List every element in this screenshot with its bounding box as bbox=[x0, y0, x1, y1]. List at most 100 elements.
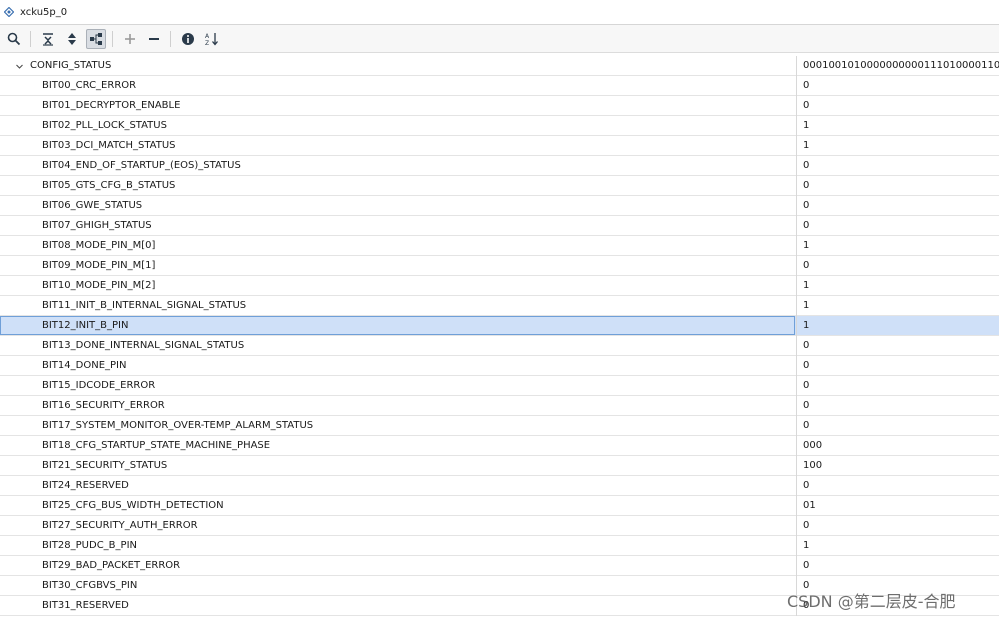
expand-all-button[interactable] bbox=[62, 29, 82, 49]
tree-row-name: BIT16_SECURITY_ERROR bbox=[42, 400, 165, 411]
search-icon bbox=[7, 32, 21, 45]
tree-row-value: 1 bbox=[803, 540, 810, 551]
column-divider bbox=[796, 136, 797, 156]
tree-row[interactable]: BIT06_GWE_STATUS 0 bbox=[0, 196, 999, 216]
column-divider bbox=[796, 176, 797, 196]
tree-row[interactable]: BIT12_INIT_B_PIN 1 bbox=[0, 316, 999, 336]
tree-row-value: 0 bbox=[803, 560, 810, 571]
sort-button[interactable]: A Z bbox=[202, 29, 222, 49]
tree-row-value: 0 bbox=[803, 340, 810, 351]
tree-row-name: BIT29_BAD_PACKET_ERROR bbox=[42, 560, 181, 571]
tree-row-name: BIT05_GTS_CFG_B_STATUS bbox=[42, 180, 176, 191]
tree-row-name: BIT07_GHIGH_STATUS bbox=[42, 220, 152, 231]
toolbar-separator bbox=[112, 30, 113, 47]
column-divider bbox=[796, 416, 797, 436]
tree-row[interactable]: BIT07_GHIGH_STATUS 0 bbox=[0, 216, 999, 236]
column-divider bbox=[796, 196, 797, 216]
tree-row-value: 0 bbox=[803, 160, 810, 171]
tree-row[interactable]: BIT10_MODE_PIN_M[2] 1 bbox=[0, 276, 999, 296]
tree-row-value: 0 bbox=[803, 400, 810, 411]
tree-row[interactable]: BIT25_CFG_BUS_WIDTH_DETECTION 01 bbox=[0, 496, 999, 516]
column-divider bbox=[796, 56, 797, 76]
add-button[interactable] bbox=[120, 29, 140, 49]
chevron-down-icon[interactable] bbox=[14, 61, 24, 71]
tree-row-name: BIT13_DONE_INTERNAL_SIGNAL_STATUS bbox=[42, 340, 245, 351]
tree-row-name: CONFIG_STATUS bbox=[30, 60, 112, 71]
tree-row-name: BIT02_PLL_LOCK_STATUS bbox=[42, 120, 167, 131]
column-divider bbox=[796, 236, 797, 256]
column-divider bbox=[796, 436, 797, 456]
tree-row-config-status[interactable]: CONFIG_STATUS 00010010100000000001110100… bbox=[0, 56, 999, 76]
tree-row-value: 1 bbox=[803, 140, 810, 151]
tree-row-name: BIT09_MODE_PIN_M[1] bbox=[42, 260, 156, 271]
plus-icon bbox=[125, 33, 135, 44]
toolbar-separator bbox=[170, 30, 171, 47]
tree-row[interactable]: BIT00_CRC_ERROR 0 bbox=[0, 76, 999, 96]
sort-az-icon: A Z bbox=[205, 32, 218, 46]
column-divider bbox=[796, 536, 797, 556]
tree-row-value: 1 bbox=[803, 280, 810, 291]
tree-row-name: BIT25_CFG_BUS_WIDTH_DETECTION bbox=[42, 500, 224, 511]
tree-row-value: 0 bbox=[803, 480, 810, 491]
tree-row-value: 0 bbox=[803, 180, 810, 191]
tree-row[interactable]: BIT09_MODE_PIN_M[1] 0 bbox=[0, 256, 999, 276]
tree-row[interactable]: BIT24_RESERVED 0 bbox=[0, 476, 999, 496]
column-divider bbox=[796, 336, 797, 356]
tree-row[interactable]: BIT02_PLL_LOCK_STATUS 1 bbox=[0, 116, 999, 136]
collapse-all-icon bbox=[43, 32, 53, 46]
tree-row[interactable]: BIT13_DONE_INTERNAL_SIGNAL_STATUS 0 bbox=[0, 336, 999, 356]
column-divider bbox=[796, 456, 797, 476]
column-divider bbox=[796, 256, 797, 276]
column-divider bbox=[796, 356, 797, 376]
remove-button[interactable] bbox=[144, 29, 164, 49]
tree-row-value: 0 bbox=[803, 200, 810, 211]
tree-row-value: 0 bbox=[803, 260, 810, 271]
tree-row-value: 0 bbox=[803, 420, 810, 431]
column-divider bbox=[796, 476, 797, 496]
column-divider bbox=[796, 396, 797, 416]
tree-row-value: 000 bbox=[803, 440, 823, 451]
tree-row-name: BIT11_INIT_B_INTERNAL_SIGNAL_STATUS bbox=[42, 300, 247, 311]
tree-row-name: BIT21_SECURITY_STATUS bbox=[42, 460, 168, 471]
tree-row[interactable]: BIT18_CFG_STARTUP_STATE_MACHINE_PHASE 000 bbox=[0, 436, 999, 456]
tree-row-name: BIT06_GWE_STATUS bbox=[42, 200, 143, 211]
search-button[interactable] bbox=[4, 29, 24, 49]
tree-row[interactable]: BIT15_IDCODE_ERROR 0 bbox=[0, 376, 999, 396]
column-divider bbox=[796, 516, 797, 536]
window-title: xcku5p_0 bbox=[20, 6, 68, 18]
property-tree: CONFIG_STATUS 00010010100000000001110100… bbox=[0, 56, 999, 616]
info-button[interactable] bbox=[178, 29, 198, 49]
tree-row[interactable]: BIT08_MODE_PIN_M[0] 1 bbox=[0, 236, 999, 256]
column-divider bbox=[796, 76, 797, 96]
column-divider bbox=[796, 116, 797, 136]
tree-row-value: 0 bbox=[803, 520, 810, 531]
tree-row[interactable]: BIT17_SYSTEM_MONITOR_OVER-TEMP_ALARM_STA… bbox=[0, 416, 999, 436]
toolbar: A Z bbox=[0, 25, 999, 53]
tree-row[interactable]: BIT03_DCI_MATCH_STATUS 1 bbox=[0, 136, 999, 156]
tree-row[interactable]: BIT29_BAD_PACKET_ERROR 0 bbox=[0, 556, 999, 576]
column-divider bbox=[796, 376, 797, 396]
device-chip-icon bbox=[4, 7, 14, 17]
tree-row[interactable]: BIT05_GTS_CFG_B_STATUS 0 bbox=[0, 176, 999, 196]
tree-row[interactable]: BIT27_SECURITY_AUTH_ERROR 0 bbox=[0, 516, 999, 536]
tree-row[interactable]: BIT01_DECRYPTOR_ENABLE 0 bbox=[0, 96, 999, 116]
tree-row-name: BIT00_CRC_ERROR bbox=[42, 80, 137, 91]
tree-row[interactable]: BIT21_SECURITY_STATUS 100 bbox=[0, 456, 999, 476]
tree-row[interactable]: BIT14_DONE_PIN 0 bbox=[0, 356, 999, 376]
tree-row[interactable]: BIT28_PUDC_B_PIN 1 bbox=[0, 536, 999, 556]
column-divider bbox=[796, 216, 797, 236]
collapse-all-button[interactable] bbox=[38, 29, 58, 49]
tree-row-name: BIT30_CFGBVS_PIN bbox=[42, 580, 138, 591]
title-bar: xcku5p_0 bbox=[0, 0, 999, 25]
tree-row-name: BIT18_CFG_STARTUP_STATE_MACHINE_PHASE bbox=[42, 440, 271, 451]
watermark: CSDN @第二层皮-合肥 bbox=[787, 592, 956, 611]
tree-row[interactable]: BIT11_INIT_B_INTERNAL_SIGNAL_STATUS 1 bbox=[0, 296, 999, 316]
tree-row-name: BIT08_MODE_PIN_M[0] bbox=[42, 240, 156, 251]
tree-row[interactable]: BIT16_SECURITY_ERROR 0 bbox=[0, 396, 999, 416]
tree-row-value: 1 bbox=[803, 300, 810, 311]
column-divider bbox=[796, 276, 797, 296]
minus-icon bbox=[149, 37, 159, 40]
hierarchy-button[interactable] bbox=[86, 28, 106, 49]
tree-row[interactable]: BIT04_END_OF_STARTUP_(EOS)_STATUS 0 bbox=[0, 156, 999, 176]
tree-row-value: 01 bbox=[803, 500, 816, 511]
